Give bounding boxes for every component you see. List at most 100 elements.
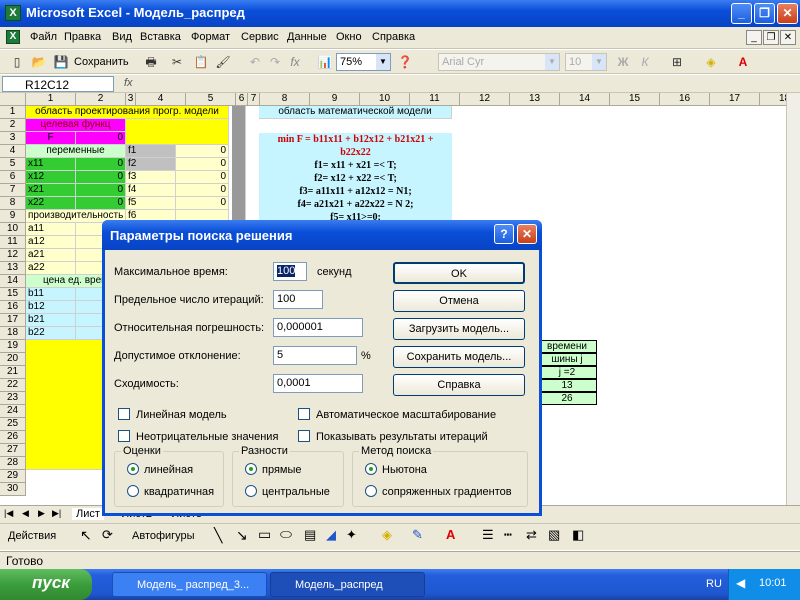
column-header[interactable]: 13 [510, 93, 560, 106]
auto-scaling-checkbox[interactable]: Автоматическое масштабирование [298, 408, 496, 421]
row-header[interactable]: 16 [0, 301, 26, 314]
diff-central-radio[interactable]: центральные [245, 485, 330, 498]
dash-style-icon[interactable]: ┅ [504, 527, 512, 543]
font-select[interactable]: Arial Cyr ▼ [438, 53, 560, 71]
row-header[interactable]: 29 [0, 470, 26, 483]
productivity-name-cell[interactable]: a22 [26, 262, 76, 275]
open-icon[interactable]: 📂 [30, 54, 48, 71]
constraint-name-cell[interactable]: f5 [126, 197, 176, 210]
row-header[interactable]: 4 [0, 145, 26, 158]
constraint-value-cell[interactable]: 0 [176, 184, 229, 197]
cost-name-cell[interactable]: b12 [26, 301, 76, 314]
fx-label[interactable]: fx [124, 77, 133, 89]
variable-name-cell[interactable]: x11 [26, 158, 76, 171]
row-header[interactable]: 28 [0, 457, 26, 470]
diff-forward-radio[interactable]: прямые [245, 463, 302, 476]
tab-prev-icon[interactable]: ◀ [22, 508, 29, 519]
row-header[interactable]: 30 [0, 483, 26, 496]
column-header[interactable]: 17 [710, 93, 760, 106]
cost-name-cell[interactable]: b11 [26, 288, 76, 301]
row-header[interactable]: 11 [0, 236, 26, 249]
autoshapes-menu[interactable]: Автофигуры [132, 530, 195, 542]
draw-fill-color-icon[interactable]: ◈ [382, 527, 392, 543]
row-header[interactable]: 22 [0, 379, 26, 392]
new-icon[interactable]: ▯ [8, 54, 26, 71]
productivity-name-cell[interactable]: a21 [26, 249, 76, 262]
row-header[interactable]: 25 [0, 418, 26, 431]
column-header[interactable]: 1 [26, 93, 76, 106]
column-header[interactable]: 8 [260, 93, 310, 106]
fx-icon[interactable]: fx [286, 54, 304, 71]
row-header[interactable]: 2 [0, 119, 26, 132]
shadow-icon[interactable]: ▧ [548, 527, 560, 543]
row-header[interactable]: 15 [0, 288, 26, 301]
wordart-icon[interactable]: ◢ [326, 527, 336, 543]
format-painter-icon[interactable]: 🖌 [214, 54, 232, 71]
document-icon[interactable]: X [6, 30, 20, 44]
side-table-cell[interactable]: j =2 [537, 366, 597, 379]
dialog-help-icon[interactable]: ? [494, 224, 514, 244]
variable-value-cell[interactable]: 0 [76, 171, 126, 184]
productivity-name-cell[interactable]: a11 [26, 223, 76, 236]
line-icon[interactable]: ╲ [214, 527, 222, 544]
diagram-icon[interactable]: ✦ [346, 527, 357, 543]
tab-first-icon[interactable]: |◀ [4, 508, 13, 519]
column-header[interactable]: 18 [760, 93, 786, 106]
oval-icon[interactable]: ⬭ [280, 526, 292, 543]
constraint-name-cell[interactable]: f2 [126, 158, 176, 171]
redo-icon[interactable]: ↷ [266, 54, 284, 71]
column-header[interactable]: 16 [660, 93, 710, 106]
row-header[interactable]: 8 [0, 197, 26, 210]
column-header[interactable]: 6 [236, 93, 248, 106]
cost-name-cell[interactable]: b21 [26, 314, 76, 327]
constraint-value-cell[interactable]: 0 [176, 197, 229, 210]
row-header[interactable]: 20 [0, 353, 26, 366]
tab-sheet1[interactable]: Лист [72, 508, 104, 520]
menu-help[interactable]: Справка [372, 31, 415, 43]
precision-input[interactable]: 0,000001 [273, 318, 363, 337]
zoom-select[interactable]: 75% ▼ [336, 53, 391, 71]
chart-wizard-icon[interactable]: 📊 [316, 54, 334, 71]
cost-name-cell[interactable]: b22 [26, 327, 76, 340]
constraint-value-cell[interactable]: 0 [176, 145, 229, 158]
tolerance-input[interactable]: 5 [273, 346, 357, 365]
math-header[interactable]: область математической модели [259, 106, 452, 119]
print-icon[interactable]: 🖶 [142, 54, 160, 71]
iterations-input[interactable]: 100 [273, 290, 323, 309]
tab-last-icon[interactable]: ▶| [52, 508, 61, 519]
f-label[interactable]: F [26, 132, 76, 145]
doc-restore-button[interactable]: ❐ [763, 30, 779, 45]
rotate-icon[interactable]: ⟳ [102, 527, 113, 543]
column-header[interactable]: 7 [248, 93, 260, 106]
constraint-name-cell[interactable]: f3 [126, 171, 176, 184]
side-table-cell[interactable]: шины j [537, 353, 597, 366]
row-header[interactable]: 12 [0, 249, 26, 262]
constraint-name-cell[interactable]: f1 [126, 145, 176, 158]
excel-icon[interactable]: X [5, 5, 21, 21]
arrow-style-icon[interactable]: ⇄ [526, 527, 537, 543]
row-header[interactable]: 18 [0, 327, 26, 340]
row-header[interactable]: 3 [0, 132, 26, 145]
line-style-icon[interactable]: ☰ [482, 527, 494, 543]
menu-tools[interactable]: Сервис [241, 31, 279, 43]
row-header[interactable]: 7 [0, 184, 26, 197]
target-label[interactable]: целевая функц [26, 119, 126, 132]
row-header[interactable]: 13 [0, 262, 26, 275]
select-pointer-icon[interactable]: ↖ [80, 527, 92, 544]
undo-icon[interactable]: ↶ [246, 54, 264, 71]
doc-close-button[interactable]: ✕ [780, 30, 796, 45]
cancel-button[interactable]: Отмена [393, 290, 525, 312]
ok-button[interactable]: OK [393, 262, 525, 284]
f-value[interactable]: 0 [76, 132, 126, 145]
help-icon[interactable]: ❓ [396, 54, 414, 71]
actions-menu[interactable]: Действия [8, 530, 56, 542]
menu-view[interactable]: Вид [112, 31, 132, 43]
column-header[interactable]: 12 [460, 93, 510, 106]
doc-minimize-button[interactable]: _ [746, 30, 762, 45]
row-header[interactable]: 19 [0, 340, 26, 353]
menu-insert[interactable]: Вставка [140, 31, 181, 43]
variable-value-cell[interactable]: 0 [76, 197, 126, 210]
design-header[interactable]: область проектирования прогр. модели [26, 106, 229, 119]
estimate-linear-radio[interactable]: линейная [127, 463, 193, 476]
menu-edit[interactable]: Правка [64, 31, 101, 43]
